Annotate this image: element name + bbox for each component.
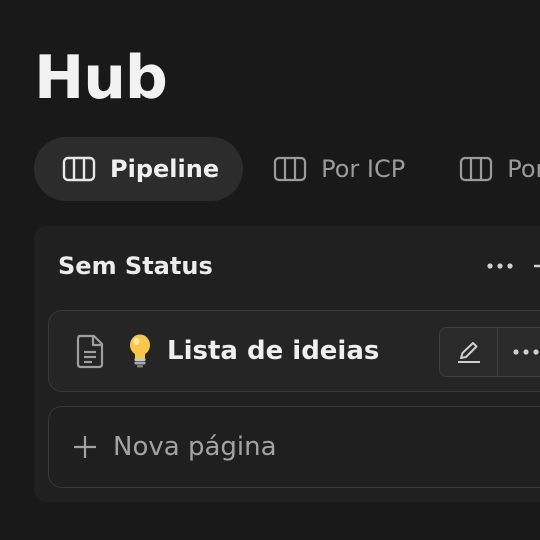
board-view-icon [273, 156, 307, 182]
tab-label: Por ICP [321, 155, 406, 183]
tab-label: Por [507, 155, 540, 183]
new-page-button[interactable]: Nova página [48, 406, 540, 488]
board-card[interactable]: Lista de ideias [48, 310, 540, 392]
board-column: Sem Status Lista de ideias Nova página [34, 226, 540, 502]
view-tabs: Pipeline Por ICP Por [34, 137, 540, 201]
tab-label: Pipeline [110, 155, 220, 183]
lightbulb-icon [130, 334, 150, 368]
more-icon [513, 349, 539, 355]
edit-icon [457, 342, 480, 363]
tab-por[interactable]: Por [431, 137, 540, 201]
group-add-button[interactable] [528, 246, 540, 286]
document-icon [76, 334, 104, 369]
plus-icon [74, 436, 96, 458]
card-edit-button[interactable] [440, 328, 498, 376]
card-more-button[interactable] [498, 328, 540, 376]
board-view-icon [460, 156, 493, 182]
group-header: Sem Status [58, 252, 213, 280]
tab-por-icp[interactable]: Por ICP [245, 137, 429, 201]
card-actions [439, 327, 540, 377]
more-icon [487, 263, 513, 269]
board-view-icon [62, 156, 96, 182]
card-title: Lista de ideias [167, 336, 380, 366]
page-root: Hub Pipeline Por ICP Por [0, 0, 540, 540]
tab-pipeline[interactable]: Pipeline [34, 137, 244, 201]
plus-icon [534, 264, 540, 268]
page-title: Hub [34, 43, 168, 113]
group-menu-button[interactable] [480, 246, 520, 286]
new-page-label: Nova página [113, 432, 277, 462]
